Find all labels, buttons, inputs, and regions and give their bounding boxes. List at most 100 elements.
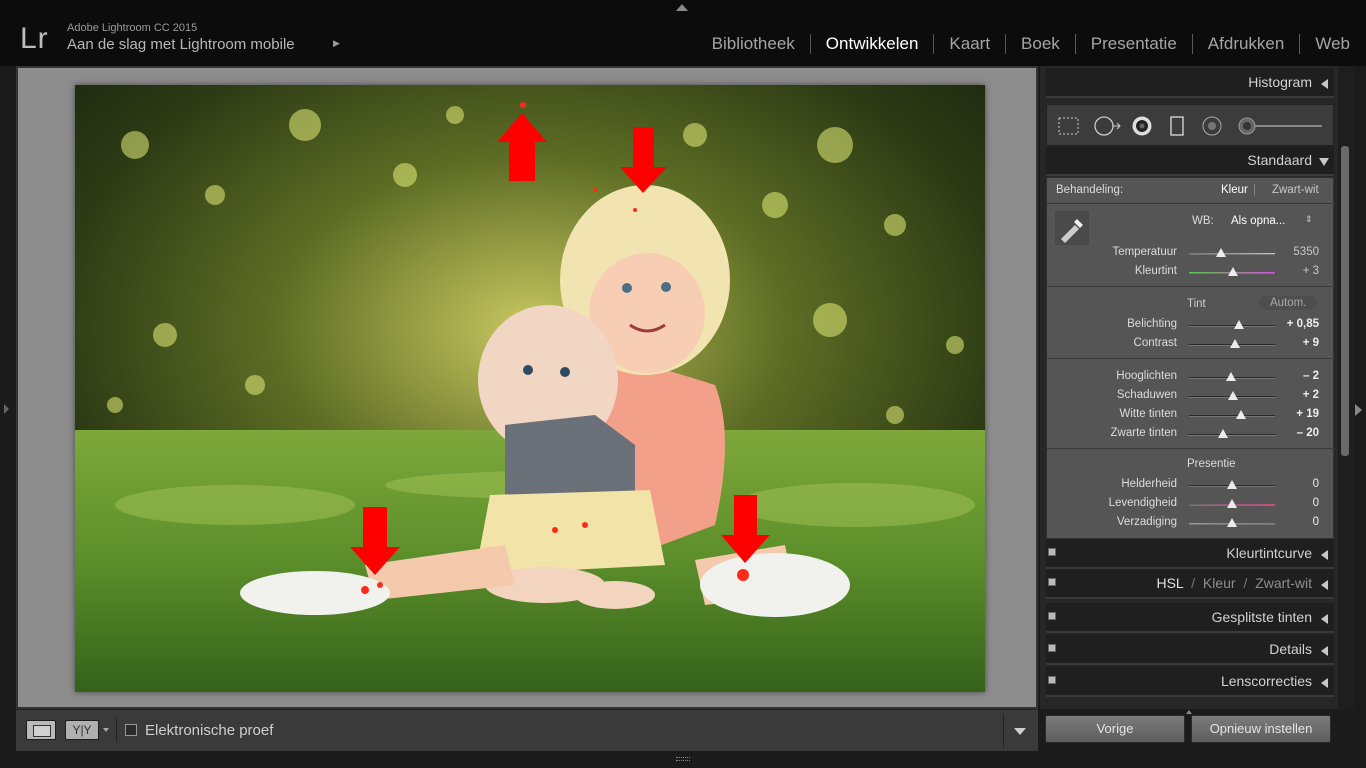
right-panel-toggle-icon[interactable] <box>1355 404 1362 416</box>
details-title: Details <box>1269 641 1312 657</box>
slider-value[interactable]: + 2 <box>1259 389 1319 401</box>
graduated-filter-icon[interactable] <box>1166 115 1188 137</box>
treatment-divider: | <box>1253 184 1256 196</box>
before-after-button[interactable]: Y|Y <box>65 720 99 740</box>
module-print[interactable]: Afdrukken <box>1191 34 1300 54</box>
treatment-bw-option[interactable]: Zwart-wit <box>1272 184 1319 196</box>
slider-handle[interactable] <box>1226 372 1237 381</box>
slider-value[interactable]: 0 <box>1259 478 1319 490</box>
tool-strip <box>1046 104 1334 146</box>
radial-filter-icon[interactable] <box>1201 115 1223 137</box>
adjustment-brush-icon[interactable] <box>1237 115 1327 137</box>
divider <box>1047 448 1335 449</box>
collapse-left-icon <box>1321 580 1328 590</box>
slider-value[interactable]: 5350 <box>1259 246 1319 258</box>
histogram-header[interactable]: Histogram <box>1046 68 1334 98</box>
collapse-left-icon <box>1321 550 1328 560</box>
tone-curve-header[interactable]: Kleurtintcurve <box>1046 539 1334 569</box>
module-book[interactable]: Boek <box>1005 34 1075 54</box>
histogram-title: Histogram <box>1248 74 1312 90</box>
lens-corrections-header[interactable]: Lenscorrecties <box>1046 667 1334 697</box>
slider-value[interactable]: – 2 <box>1259 370 1319 382</box>
slider-label: Witte tinten <box>1119 408 1177 420</box>
module-slideshow[interactable]: Presentatie <box>1074 34 1192 54</box>
slider-handle[interactable] <box>1227 518 1237 527</box>
panel-scrollbar[interactable] <box>1338 66 1354 709</box>
slider-handle[interactable] <box>1227 480 1237 489</box>
toolbar-options-icon[interactable] <box>1014 728 1026 735</box>
toolbar-divider <box>116 718 117 742</box>
divider <box>1047 203 1335 204</box>
slider-value[interactable]: + 0,85 <box>1259 318 1319 330</box>
softproof-label[interactable]: Elektronische proef <box>145 722 273 739</box>
filmstrip-toggle-icon[interactable] <box>676 757 690 761</box>
panel-switch-icon[interactable] <box>1048 548 1056 556</box>
module-web[interactable]: Web <box>1299 34 1350 54</box>
slider-value[interactable]: + 9 <box>1259 337 1319 349</box>
slider-handle[interactable] <box>1227 267 1238 276</box>
hsl-tab[interactable]: HSL <box>1156 575 1183 591</box>
slider-value[interactable]: + 19 <box>1259 408 1319 420</box>
slider-label: Schaduwen <box>1116 389 1177 401</box>
slider-value[interactable]: + 3 <box>1259 265 1319 277</box>
softproof-checkbox[interactable] <box>125 724 137 736</box>
slider-label: Hooglichten <box>1116 370 1177 382</box>
module-library[interactable]: Bibliotheek <box>697 34 810 54</box>
slider-handle[interactable] <box>1230 339 1241 348</box>
red-eye-icon[interactable] <box>1131 115 1153 137</box>
hsl-title: HSL / Kleur / Zwart-wit <box>1156 575 1312 591</box>
basic-title: Standaard <box>1247 152 1312 168</box>
details-header[interactable]: Details <box>1046 635 1334 665</box>
left-panel-toggle-icon[interactable] <box>4 404 9 414</box>
loupe-view-button[interactable] <box>26 720 56 740</box>
bw-tab[interactable]: Zwart-wit <box>1255 575 1312 591</box>
identity-plate[interactable]: Aan de slag met Lightroom mobile <box>67 36 295 53</box>
panel-switch-icon[interactable] <box>1048 644 1056 652</box>
photo-preview[interactable] <box>75 85 985 692</box>
basic-panel: Behandeling: Kleur | Zwart-wit WB: Als o… <box>1046 177 1335 539</box>
color-tab[interactable]: Kleur <box>1203 575 1236 591</box>
slider-label: Levendigheid <box>1108 497 1177 509</box>
wb-select[interactable]: Als opna... <box>1231 215 1285 227</box>
slider-label: Contrast <box>1133 337 1177 349</box>
crop-tool-icon[interactable] <box>1057 115 1079 137</box>
slider-value[interactable]: 0 <box>1259 497 1319 509</box>
panel-switch-icon[interactable] <box>1048 578 1056 586</box>
module-map[interactable]: Kaart <box>933 34 1005 54</box>
treatment-color-option[interactable]: Kleur <box>1221 184 1248 196</box>
reset-button[interactable]: Opnieuw instellen <box>1191 715 1331 743</box>
previous-button[interactable]: Vorige <box>1045 715 1185 743</box>
basic-header[interactable]: Standaard <box>1046 146 1334 176</box>
slider-handle[interactable] <box>1227 391 1238 400</box>
wb-select-arrow-icon[interactable]: ⇕ <box>1305 214 1313 225</box>
develop-toolbar: Y|Y Elektronische proef <box>16 709 1038 751</box>
image-canvas[interactable] <box>16 66 1038 709</box>
play-icon[interactable]: ▶ <box>333 39 340 49</box>
split-toning-header[interactable]: Gesplitste tinten <box>1046 603 1334 633</box>
slider-value[interactable]: 0 <box>1259 516 1319 528</box>
slider-handle[interactable] <box>1235 410 1246 419</box>
slider-handle[interactable] <box>1227 499 1237 508</box>
hsl-sep: / <box>1191 575 1195 591</box>
auto-tone-button[interactable]: Autom. <box>1259 296 1318 310</box>
scrollbar-thumb[interactable] <box>1341 146 1349 456</box>
top-panel-toggle-icon[interactable] <box>676 4 688 11</box>
slider-label: Helderheid <box>1121 478 1177 490</box>
slider-handle[interactable] <box>1215 248 1226 257</box>
slider-handle[interactable] <box>1233 320 1244 329</box>
panel-switch-icon[interactable] <box>1048 676 1056 684</box>
tone-label: Tint <box>1187 298 1206 310</box>
collapse-left-icon <box>1321 614 1328 624</box>
slider-label: Verzadiging <box>1116 516 1177 528</box>
wb-eyedropper-icon[interactable] <box>1055 211 1089 245</box>
hsl-header[interactable]: HSL / Kleur / Zwart-wit <box>1046 569 1334 599</box>
slider-value[interactable]: – 20 <box>1259 427 1319 439</box>
wb-label: WB: <box>1192 215 1214 227</box>
spot-removal-icon[interactable] <box>1093 115 1123 137</box>
divider <box>1047 358 1335 359</box>
module-develop[interactable]: Ontwikkelen <box>809 34 934 54</box>
panel-switch-icon[interactable] <box>1048 612 1056 620</box>
right-panel: Histogram Standaard Behandeling: Kleur |… <box>1038 66 1338 709</box>
before-after-dropdown-icon[interactable] <box>103 728 109 732</box>
slider-handle[interactable] <box>1218 429 1229 438</box>
